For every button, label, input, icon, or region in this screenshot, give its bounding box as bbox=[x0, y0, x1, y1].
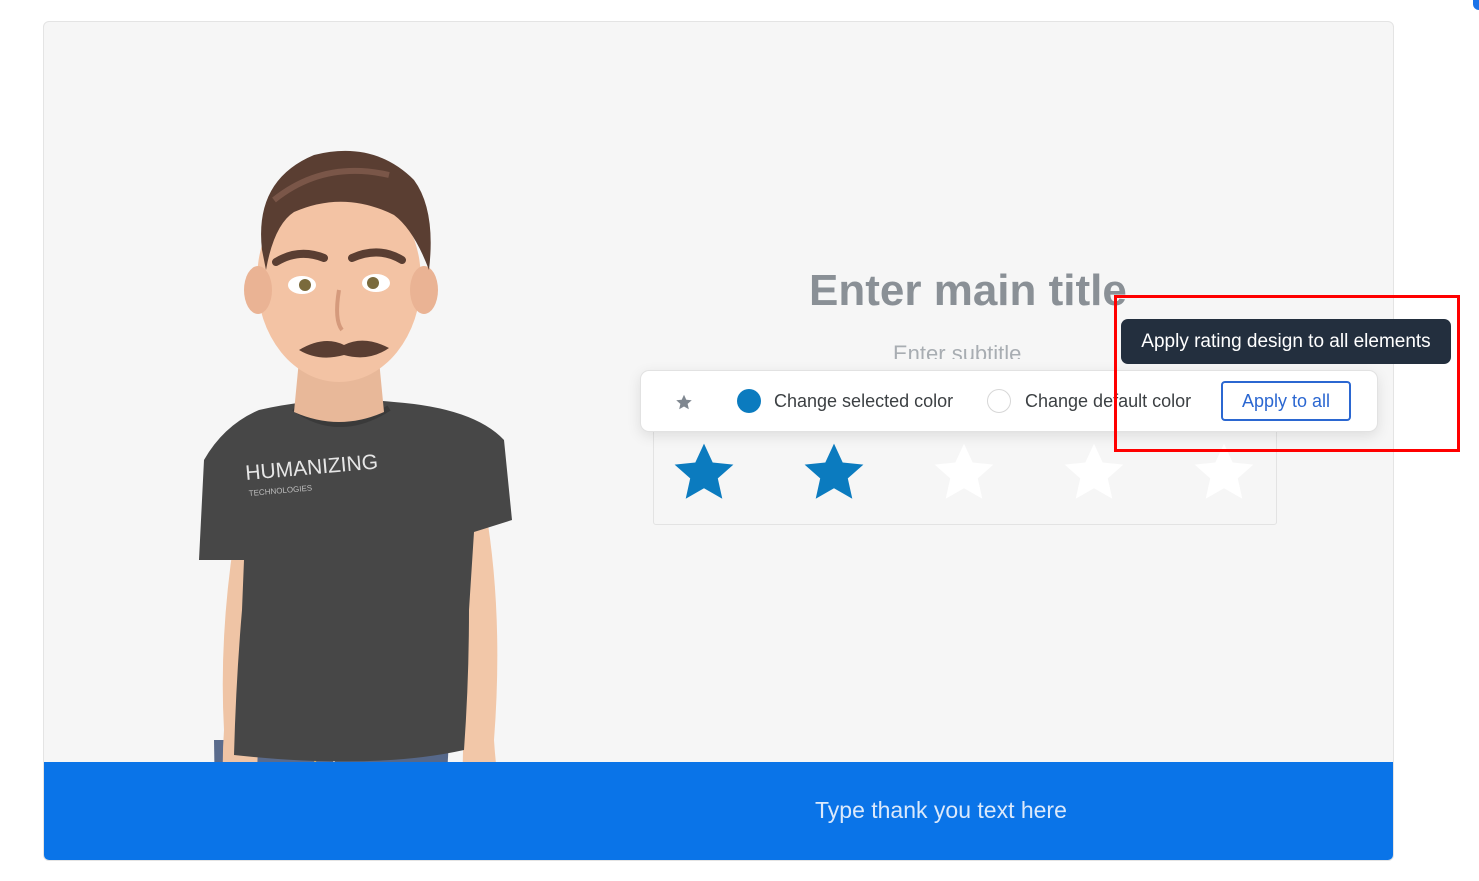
change-selected-color-label[interactable]: Change selected color bbox=[774, 391, 953, 412]
selected-color-swatch[interactable] bbox=[737, 389, 761, 413]
default-color-swatch[interactable] bbox=[987, 389, 1011, 413]
rating-star-5[interactable] bbox=[1187, 437, 1261, 509]
main-title[interactable]: Enter main title bbox=[809, 266, 1127, 316]
apply-to-all-tooltip: Apply rating design to all elements bbox=[1121, 319, 1451, 364]
corner-scroll-indicator bbox=[1473, 0, 1479, 10]
star-shape bbox=[1194, 443, 1254, 499]
change-default-color-label[interactable]: Change default color bbox=[1025, 391, 1191, 412]
avatar-character: HUMANIZING TECHNOLOGIES bbox=[199, 150, 523, 860]
thank-you-text[interactable]: Type thank you text here bbox=[815, 797, 1067, 824]
thank-you-banner: Type thank you text here bbox=[44, 762, 1393, 860]
sub-title[interactable]: Enter subtitle bbox=[893, 341, 1021, 359]
star-rating-element[interactable] bbox=[653, 422, 1277, 525]
rating-star-1[interactable] bbox=[667, 437, 741, 509]
apply-to-all-button[interactable]: Apply to all bbox=[1221, 381, 1351, 421]
star-shape bbox=[674, 443, 734, 499]
rating-star-3[interactable] bbox=[927, 437, 1001, 509]
rating-star-2[interactable] bbox=[797, 437, 871, 509]
star-shape bbox=[1064, 443, 1124, 499]
rating-star-4[interactable] bbox=[1057, 437, 1131, 509]
star-icon[interactable] bbox=[674, 393, 694, 412]
rating-design-toolbar: Change selected color Change default col… bbox=[640, 370, 1378, 432]
star-shape bbox=[804, 443, 864, 499]
star-shape bbox=[934, 443, 994, 499]
